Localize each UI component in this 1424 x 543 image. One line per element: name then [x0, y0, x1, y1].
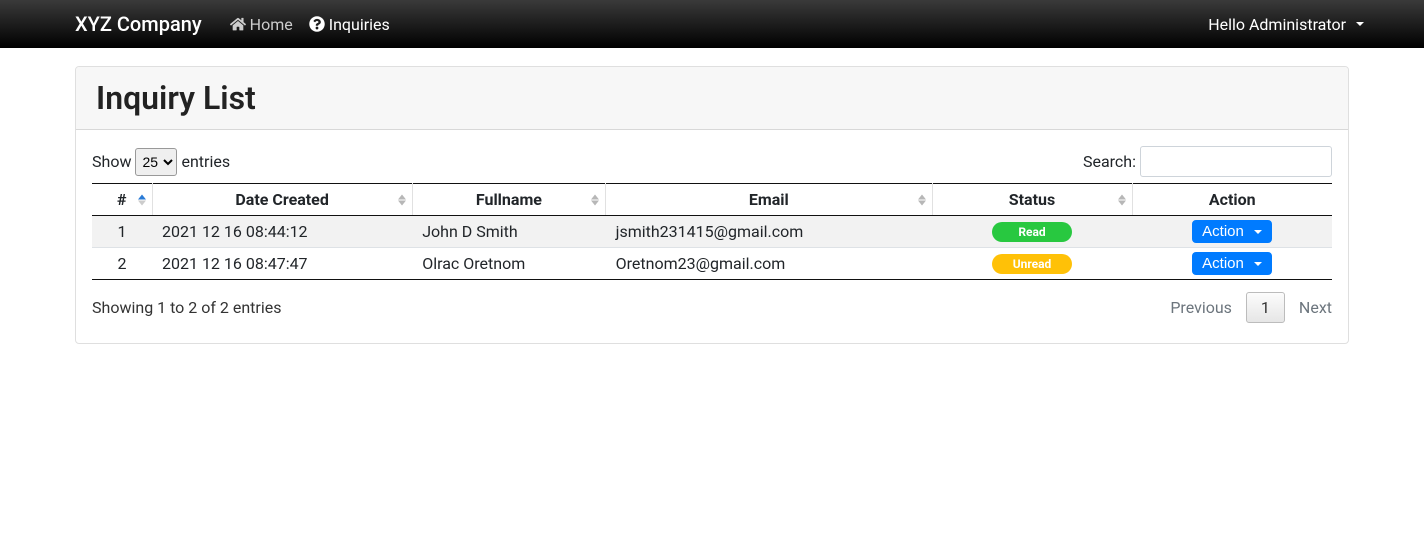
question-circle-icon	[309, 16, 325, 32]
sort-icon	[398, 194, 406, 205]
sort-icon	[1118, 194, 1126, 205]
user-dropdown[interactable]: Hello Administrator	[1208, 15, 1364, 34]
sort-icon	[591, 194, 599, 205]
page-title: Inquiry List	[96, 79, 1328, 117]
status-badge: Unread	[992, 254, 1072, 274]
card-header: Inquiry List	[76, 67, 1348, 130]
cell-email: jsmith231415@gmail.com	[606, 216, 932, 248]
inquiry-card: Inquiry List Show 25 entries Search: #	[75, 66, 1349, 344]
col-action-header: Action	[1132, 184, 1332, 216]
chevron-down-icon	[1254, 230, 1262, 234]
table-row: 22021 12 16 08:47:47Olrac OretnomOretnom…	[92, 248, 1332, 280]
show-entries: Show 25 entries	[92, 148, 230, 176]
sort-icon	[918, 194, 926, 205]
col-fullname-header[interactable]: Fullname	[412, 184, 605, 216]
search-box: Search:	[1083, 146, 1332, 177]
card-body: Show 25 entries Search: #	[76, 130, 1348, 343]
status-badge: Read	[992, 222, 1072, 242]
cell-date-created: 2021 12 16 08:47:47	[152, 248, 412, 280]
nav-inquiries-link[interactable]: Inquiries	[301, 15, 398, 34]
cell-date-created: 2021 12 16 08:44:12	[152, 216, 412, 248]
cell-fullname: John D Smith	[412, 216, 605, 248]
table-controls: Show 25 entries Search:	[92, 146, 1332, 177]
cell-email: Oretnom23@gmail.com	[606, 248, 932, 280]
table-head: # Date Created Fulln	[92, 184, 1332, 216]
cell-num: 2	[92, 248, 152, 280]
nav-home-link[interactable]: Home	[222, 15, 301, 34]
col-email-header[interactable]: Email	[606, 184, 932, 216]
chevron-down-icon	[1356, 22, 1364, 26]
search-label: Search:	[1083, 152, 1136, 171]
top-navbar: XYZ Company Home Inquiries Hello Adminis…	[0, 0, 1424, 48]
entries-select[interactable]: 25	[135, 148, 177, 176]
user-greeting: Hello Administrator	[1208, 15, 1346, 34]
nav-home-label: Home	[250, 15, 293, 34]
chevron-down-icon	[1254, 262, 1262, 266]
pagination: Previous 1 Next	[1170, 292, 1332, 323]
inquiry-table: # Date Created Fulln	[92, 183, 1332, 280]
nav-inquiries-label: Inquiries	[329, 15, 390, 34]
pagination-previous[interactable]: Previous	[1170, 298, 1232, 317]
show-label-suffix: entries	[181, 152, 230, 171]
col-date-created-header[interactable]: Date Created	[152, 184, 412, 216]
sort-icon	[138, 194, 146, 205]
cell-status: Unread	[932, 248, 1132, 280]
action-button-label: Action	[1202, 255, 1244, 272]
nav-left: XYZ Company Home Inquiries	[0, 12, 398, 36]
table-body: 12021 12 16 08:44:12John D Smithjsmith23…	[92, 216, 1332, 280]
home-icon	[230, 16, 246, 32]
brand[interactable]: XYZ Company	[75, 12, 202, 36]
cell-status: Read	[932, 216, 1132, 248]
pagination-current[interactable]: 1	[1246, 292, 1285, 323]
action-button[interactable]: Action	[1192, 252, 1272, 275]
action-button[interactable]: Action	[1192, 220, 1272, 243]
table-row: 12021 12 16 08:44:12John D Smithjsmith23…	[92, 216, 1332, 248]
col-status-header[interactable]: Status	[932, 184, 1132, 216]
show-label-prefix: Show	[92, 152, 131, 171]
table-footer: Showing 1 to 2 of 2 entries Previous 1 N…	[92, 292, 1332, 323]
cell-fullname: Olrac Oretnom	[412, 248, 605, 280]
cell-num: 1	[92, 216, 152, 248]
action-button-label: Action	[1202, 223, 1244, 240]
cell-action: Action	[1132, 216, 1332, 248]
search-input[interactable]	[1140, 146, 1332, 177]
col-num-header[interactable]: #	[92, 184, 152, 216]
cell-action: Action	[1132, 248, 1332, 280]
pagination-next[interactable]: Next	[1299, 298, 1332, 317]
table-info: Showing 1 to 2 of 2 entries	[92, 298, 281, 317]
nav-right: Hello Administrator	[1208, 15, 1424, 34]
